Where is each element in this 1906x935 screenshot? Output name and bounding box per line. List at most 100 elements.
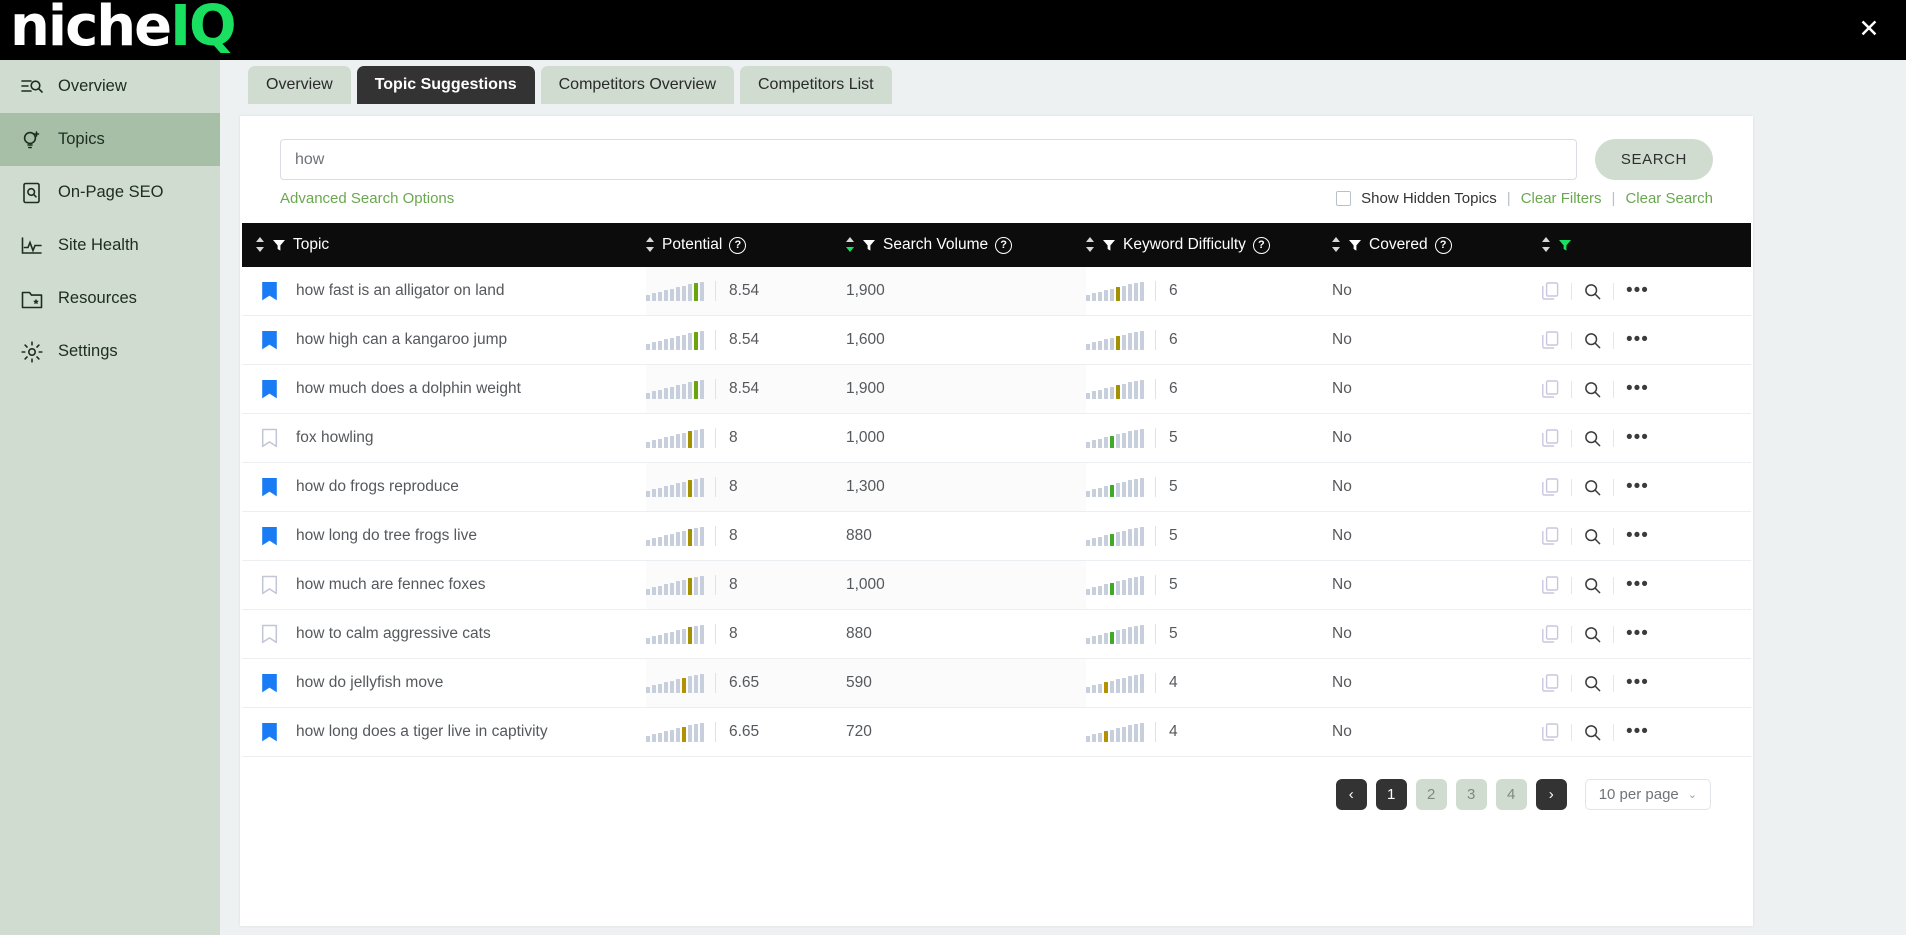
bookmark-icon[interactable] <box>256 722 282 743</box>
bookmark-icon[interactable] <box>256 330 282 351</box>
help-icon-potential[interactable]: ? <box>729 236 747 254</box>
filter-icon-topic[interactable] <box>272 238 286 252</box>
keyword-difficulty-cell: 5 <box>1086 610 1332 658</box>
search-icon[interactable] <box>1584 528 1601 545</box>
chevron-down-icon: ⌄ <box>1687 789 1697 801</box>
sort-toggle-covered[interactable] <box>1332 235 1341 255</box>
sort-toggle-keyword-difficulty[interactable] <box>1086 235 1095 255</box>
table-row[interactable]: how high can a kangaroo jump 8.54 1,600 6 No… <box>242 316 1751 365</box>
more-options-icon[interactable]: ••• <box>1626 379 1649 398</box>
help-icon-covered[interactable]: ? <box>1434 236 1452 254</box>
topic-name: how fast is an alligator on land <box>296 282 505 299</box>
sort-toggle-search-volume[interactable] <box>846 235 855 255</box>
clear-filters-link[interactable]: Clear Filters <box>1521 190 1602 207</box>
pagination-next-button[interactable]: › <box>1535 779 1567 810</box>
help-icon-search-volume[interactable]: ? <box>995 236 1013 254</box>
search-icon[interactable] <box>1584 332 1601 349</box>
tab-overview[interactable]: Overview <box>248 66 351 104</box>
table-row[interactable]: how much does a dolphin weight 8.54 1,900 6… <box>242 365 1751 414</box>
clear-search-link[interactable]: Clear Search <box>1625 190 1713 207</box>
keyword-difficulty-cell: 5 <box>1086 414 1332 462</box>
close-icon[interactable]: ✕ <box>1854 14 1884 44</box>
sidebar-item-settings[interactable]: Settings <box>0 325 220 378</box>
copy-icon[interactable] <box>1542 723 1559 741</box>
filter-icon-covered[interactable] <box>1348 238 1362 252</box>
search-button[interactable]: SEARCH <box>1594 139 1713 180</box>
table-row[interactable]: how to calm aggressive cats 8 880 5 No ••• <box>242 610 1751 659</box>
bookmark-icon[interactable] <box>256 281 282 302</box>
search-icon[interactable] <box>1584 479 1601 496</box>
divider <box>1571 723 1572 741</box>
sort-toggle-topic[interactable] <box>256 235 265 255</box>
sidebar-item-overview[interactable]: Overview <box>0 60 220 113</box>
advanced-search-options-link[interactable]: Advanced Search Options <box>280 190 454 207</box>
copy-icon[interactable] <box>1542 331 1559 349</box>
copy-icon[interactable] <box>1542 674 1559 692</box>
filter-icon-search-volume[interactable] <box>862 238 876 252</box>
bookmark-icon[interactable] <box>256 477 282 498</box>
bookmark-icon[interactable] <box>256 428 282 449</box>
filter-icon-actions-active[interactable] <box>1558 238 1572 252</box>
show-hidden-topics-checkbox[interactable] <box>1336 191 1352 206</box>
pagination-page-1[interactable]: 1 <box>1375 779 1407 810</box>
more-options-icon[interactable]: ••• <box>1626 526 1649 545</box>
search-icon[interactable] <box>1584 283 1601 300</box>
more-options-icon[interactable]: ••• <box>1626 624 1649 643</box>
table-row[interactable]: how fast is an alligator on land 8.54 1,90… <box>242 267 1751 316</box>
bookmark-icon[interactable] <box>256 575 282 596</box>
search-icon[interactable] <box>1584 381 1601 398</box>
copy-icon[interactable] <box>1542 625 1559 643</box>
search-icon[interactable] <box>1584 675 1601 692</box>
help-icon-keyword-difficulty[interactable]: ? <box>1252 236 1270 254</box>
table-row[interactable]: how much are fennec foxes 8 1,000 5 No ••• <box>242 561 1751 610</box>
copy-icon[interactable] <box>1542 282 1559 300</box>
filter-icon-keyword-difficulty[interactable] <box>1102 238 1116 252</box>
sort-toggle-actions[interactable] <box>1542 235 1551 255</box>
keyword-difficulty-value: 6 <box>1169 282 1178 299</box>
pagination-page-4[interactable]: 4 <box>1495 779 1527 810</box>
bookmark-icon[interactable] <box>256 624 282 645</box>
copy-icon[interactable] <box>1542 576 1559 594</box>
search-volume-value: 1,300 <box>846 478 885 495</box>
bookmark-icon[interactable] <box>256 379 282 400</box>
table-row[interactable]: how do jellyfish move 6.65 590 4 No ••• <box>242 659 1751 708</box>
search-icon[interactable] <box>1584 577 1601 594</box>
table-row[interactable]: fox howling 8 1,000 5 No ••• <box>242 414 1751 463</box>
copy-icon[interactable] <box>1542 429 1559 447</box>
search-icon[interactable] <box>1584 626 1601 643</box>
copy-icon[interactable] <box>1542 527 1559 545</box>
more-options-icon[interactable]: ••• <box>1626 281 1649 300</box>
bookmark-icon[interactable] <box>256 673 282 694</box>
tab-competitors-list[interactable]: Competitors List <box>740 66 892 104</box>
separator: | <box>1611 190 1616 207</box>
more-options-icon[interactable]: ••• <box>1626 575 1649 594</box>
sidebar-item-site-health[interactable]: Site Health <box>0 219 220 272</box>
search-input[interactable] <box>280 139 1577 180</box>
pagination-page-3[interactable]: 3 <box>1455 779 1487 810</box>
more-options-icon[interactable]: ••• <box>1626 722 1649 741</box>
table-row[interactable]: how long does a tiger live in captivity 6… <box>242 708 1751 757</box>
gauge-bars <box>1086 624 1144 644</box>
bookmark-icon[interactable] <box>256 526 282 547</box>
sort-toggle-potential[interactable] <box>646 235 655 255</box>
more-options-icon[interactable]: ••• <box>1626 673 1649 692</box>
potential-cell: 8 <box>646 512 846 560</box>
copy-icon[interactable] <box>1542 380 1559 398</box>
per-page-selector[interactable]: 10 per page ⌄ <box>1584 779 1711 810</box>
search-icon[interactable] <box>1584 724 1601 741</box>
row-actions: ••• <box>1542 512 1747 560</box>
more-options-icon[interactable]: ••• <box>1626 330 1649 349</box>
pagination-page-2[interactable]: 2 <box>1415 779 1447 810</box>
tab-topic-suggestions[interactable]: Topic Suggestions <box>356 66 535 104</box>
copy-icon[interactable] <box>1542 478 1559 496</box>
search-icon[interactable] <box>1584 430 1601 447</box>
sidebar-item-topics[interactable]: Topics <box>0 113 220 166</box>
tab-competitors-overview[interactable]: Competitors Overview <box>540 66 734 104</box>
table-row[interactable]: how do frogs reproduce 8 1,300 5 No ••• <box>242 463 1751 512</box>
pagination-prev-button[interactable]: ‹ <box>1335 779 1367 810</box>
table-row[interactable]: how long do tree frogs live 8 880 5 No ••• <box>242 512 1751 561</box>
sidebar-item-resources[interactable]: Resources <box>0 272 220 325</box>
sidebar-item-on-page-seo[interactable]: On-Page SEO <box>0 166 220 219</box>
more-options-icon[interactable]: ••• <box>1626 428 1649 447</box>
more-options-icon[interactable]: ••• <box>1626 477 1649 496</box>
